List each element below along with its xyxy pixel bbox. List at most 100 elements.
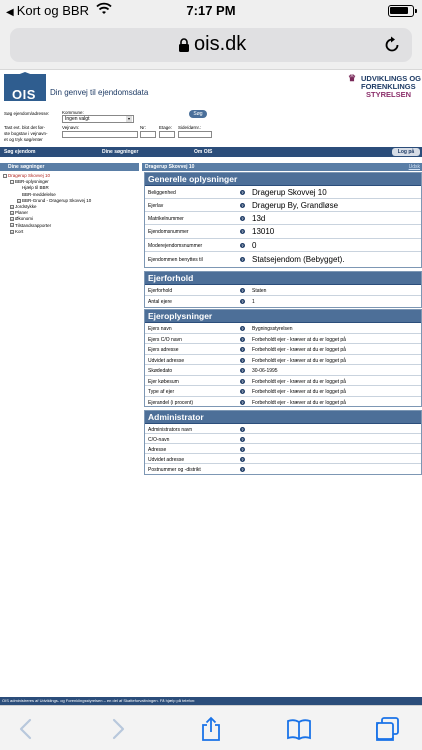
print-link[interactable]: Udsk [409,163,420,171]
book-icon[interactable] [286,716,312,742]
row-value: Forbeholdt ejer - kræver at du er logget… [252,389,346,395]
ois-logo[interactable]: OIS [4,74,46,102]
nr-input[interactable] [140,131,156,138]
property-title: Dragerup Skovvej 10 [145,164,195,170]
help-icon[interactable]: ? [240,389,245,394]
tree-label: Jordstykke [15,204,37,209]
info-row: Antal ejere? 1 [145,296,421,307]
help-icon[interactable]: ? [240,243,245,248]
row-value: Statsejendom (Bebygget). [252,255,345,264]
tree-label: Tilstandsrapporter [15,222,52,228]
browser-toolbar [0,705,422,750]
info-row: Ejers adresse? Forbeholdt ejer - kræver a… [145,344,421,355]
search-form: Søg ejendom/adresse: Kommune: Ingen valg… [0,110,422,145]
url-text: ois.dk [194,33,247,55]
info-row: Ejendomsnummer? 13010 [145,225,421,239]
row-key: Udvidet adresse [148,357,185,364]
etage-label: Etage: [159,125,173,130]
help-text-line-1: Tast evt. blot det før- [4,125,46,130]
row-key: Beliggenhed [148,190,176,196]
row-value: 30-06-1995 [252,368,278,374]
row-value: 1 [252,299,255,305]
info-row: C/O-navn? [145,434,421,444]
nav-about[interactable]: Om OIS [194,149,212,155]
logo-text: OIS [12,87,36,102]
section-administrator: Administrator Administrators navn? C/O-n… [144,410,422,475]
info-row: Skødedato? 30-06-1995 [145,365,421,376]
help-icon[interactable]: ? [240,299,245,304]
info-row: Ejers navn? Bygningsstyrelsen [145,323,421,334]
kommune-select-value: Ingen valgt [65,116,90,122]
nav-my-searches[interactable]: Dine søgninger [102,149,138,155]
search-button[interactable]: Søg [189,110,207,118]
nav-search-property[interactable]: Søg ejendom [4,149,35,155]
tree-label: BBR-oplysninger [15,179,49,185]
help-icon[interactable]: ? [240,437,245,442]
tree-label: BBR-Grund - Dragerup Skovvej 10 [22,197,92,203]
row-value: Forbeholdt ejer - kræver at du er logget… [252,347,346,353]
info-row: Type af ejer? Forbeholdt ejer - kræver at… [145,386,421,397]
help-icon[interactable]: ? [240,326,245,331]
help-icon[interactable]: ? [240,399,245,405]
section-title: Generelle oplysninger [145,173,421,186]
kommune-select[interactable]: Ingen valgt ▾ [62,115,134,123]
crown-icon: ♛ [348,73,357,83]
left-panel-heading: Dine søgninger [0,163,139,171]
info-row: Udvidet adresse? Forbeholdt ejer - kræver… [145,355,421,365]
chevron-left-icon[interactable] [14,716,40,742]
help-icon[interactable]: ? [240,190,245,195]
row-value: 13010 [252,227,275,236]
browser-address-area: ois.dk [0,22,422,70]
info-row: Ejer købesum? Forbeholdt ejer - kræver at… [145,376,421,386]
tree-item-kort[interactable]: + Kort [10,229,23,235]
help-icon[interactable]: ? [240,347,245,352]
tree-label: Hjælp til BBR [22,185,49,191]
row-key: Antal ejere [148,299,172,305]
chevron-right-icon[interactable] [104,716,130,742]
help-icon[interactable]: ? [240,427,245,432]
help-icon[interactable]: ? [240,357,245,363]
battery-icon [388,5,417,17]
collapse-icon: - [10,180,14,184]
help-icon[interactable]: ? [240,336,245,342]
help-icon[interactable]: ? [240,378,245,384]
url-field[interactable]: ois.dk [10,28,412,62]
info-row: Udvidet adresse? [145,454,421,464]
row-value: Bygningsstyrelsen [252,326,293,332]
help-icon[interactable]: ? [240,288,245,293]
side-label: Side/dørnr.: [178,125,202,130]
help-icon[interactable]: ? [240,368,245,373]
row-key: Type af ejer [148,389,175,395]
help-icon[interactable]: ? [240,467,245,472]
row-value: 13d [252,214,266,223]
row-key: Ejerandel (i procent) [148,399,194,406]
info-row: Matrikelnummer? 13d [145,212,421,225]
login-button[interactable]: Log på [392,148,420,156]
side-input[interactable] [178,131,212,138]
tree-label: Økonomi [15,216,34,222]
help-icon[interactable]: ? [240,257,245,262]
help-icon[interactable]: ? [240,229,245,234]
expand-icon: + [17,198,21,203]
etage-input[interactable] [159,131,175,138]
tree-label: Planer [15,210,29,216]
help-icon[interactable]: ? [240,216,245,221]
row-value: Staten [252,288,267,294]
help-icon[interactable]: ? [240,457,245,462]
row-value: Forbeholdt ejer - kræver at du er logget… [252,399,346,406]
section-owner-info: Ejeroplysninger Ejers navn? Bygningsstyre… [144,309,422,407]
expand-icon: + [10,204,14,209]
help-icon[interactable]: ? [240,203,245,208]
info-row: Ejerforhold? Staten [145,285,421,296]
row-key: Moderejendomsnummer [148,243,203,249]
row-key: Ejerlav [148,203,164,209]
row-value: Forbeholdt ejer - kræver at du er logget… [252,336,346,343]
section-title: Ejeroplysninger [145,310,421,323]
vejnavn-label: Vejnavn: [62,125,80,130]
share-icon[interactable] [198,716,224,742]
tabs-icon[interactable] [374,716,400,742]
reload-icon[interactable] [382,35,402,55]
site-header: OIS Din genvej til ejendomsdata ♛ UDVIKL… [0,70,422,106]
help-icon[interactable]: ? [240,447,245,452]
vejnavn-input[interactable] [62,131,138,138]
